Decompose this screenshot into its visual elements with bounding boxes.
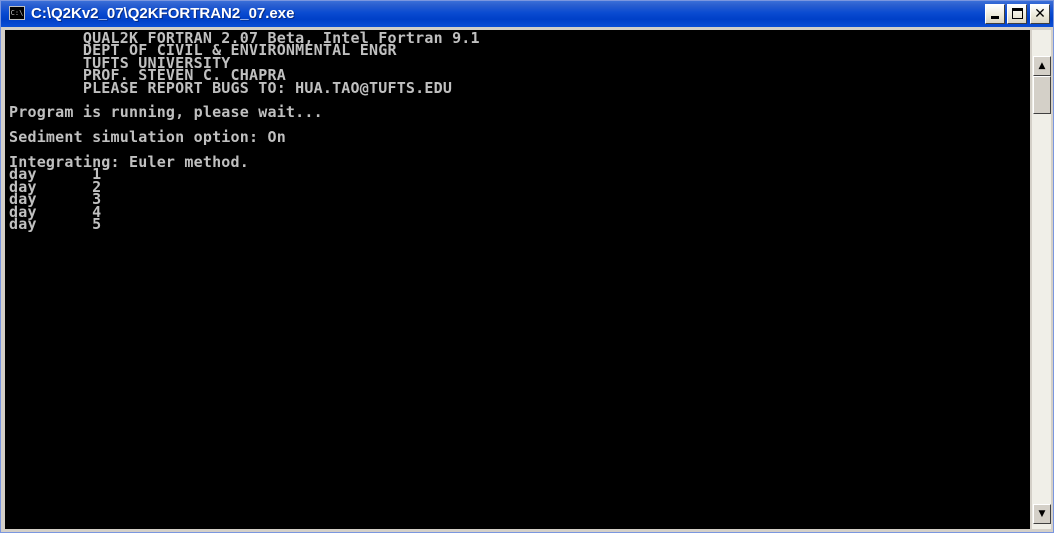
- scroll-up-button[interactable]: ▲: [1033, 56, 1051, 76]
- window-title: C:\Q2Kv2_07\Q2KFORTRAN2_07.exe: [31, 5, 295, 22]
- minimize-button[interactable]: [985, 4, 1005, 24]
- title-bar[interactable]: C:\ C:\Q2Kv2_07\Q2KFORTRAN2_07.exe ✕: [1, 1, 1053, 27]
- console-app-icon[interactable]: C:\: [9, 6, 25, 20]
- minimize-icon: [991, 16, 999, 19]
- maximize-icon: [1012, 8, 1023, 19]
- scrollbar-thumb[interactable]: [1033, 76, 1051, 114]
- close-button[interactable]: ✕: [1030, 4, 1050, 24]
- scroll-down-button[interactable]: ▼: [1033, 504, 1051, 524]
- console-app-icon-text: C:\: [10, 9, 24, 17]
- up-arrow-icon: ▲: [1038, 61, 1046, 71]
- down-arrow-icon: ▼: [1038, 509, 1046, 519]
- console-output-area[interactable]: QUAL2K FORTRAN 2.07 Beta, Intel Fortran …: [5, 30, 1030, 529]
- vertical-scrollbar[interactable]: ▲ ▼: [1031, 30, 1051, 529]
- maximize-button[interactable]: [1007, 4, 1027, 24]
- console-window: C:\ C:\Q2Kv2_07\Q2KFORTRAN2_07.exe ✕ QUA…: [0, 0, 1054, 533]
- close-icon: ✕: [1034, 6, 1046, 22]
- console-output-text: QUAL2K FORTRAN 2.07 Beta, Intel Fortran …: [9, 30, 480, 234]
